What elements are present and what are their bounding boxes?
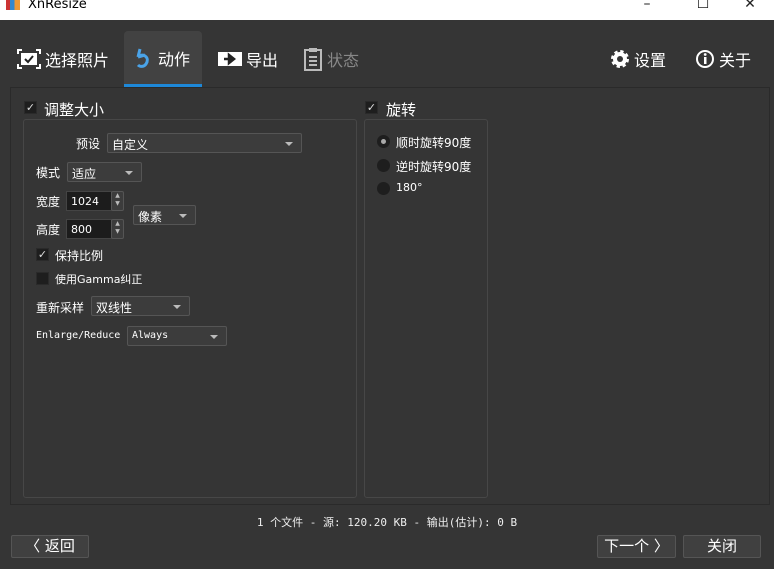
resample-label: 重新采样 bbox=[36, 301, 85, 315]
rotate-group bbox=[364, 119, 488, 498]
width-label: 宽度 bbox=[36, 195, 61, 209]
rotate-cw-label: 顺时旋转90度 bbox=[396, 136, 472, 150]
gear-icon bbox=[610, 49, 630, 69]
gamma-label: 使用Gamma纠正 bbox=[55, 273, 143, 286]
tab-label: 选择照片 bbox=[45, 51, 110, 70]
about-label: 关于 bbox=[719, 51, 752, 70]
height-spinner[interactable]: ▲ ▼ bbox=[111, 219, 124, 239]
rotate-180-label: 180° bbox=[396, 181, 423, 194]
rotate-checkbox[interactable]: ✓ bbox=[365, 101, 378, 114]
mode-select[interactable]: 适应 bbox=[67, 162, 142, 182]
next-button[interactable]: 下一个 〉 bbox=[597, 535, 676, 558]
tab-export[interactable]: 导出 bbox=[218, 31, 278, 87]
keep-ratio-checkbox[interactable]: ✓ bbox=[36, 248, 49, 261]
width-spinner[interactable]: ▲ ▼ bbox=[111, 191, 124, 211]
maximize-button[interactable]: ☐ bbox=[688, 0, 718, 12]
close-button[interactable]: 关闭 bbox=[683, 535, 761, 558]
minimize-button[interactable]: – bbox=[632, 0, 662, 12]
settings-button[interactable]: 设置 bbox=[610, 31, 666, 87]
rotate-arrow-icon bbox=[134, 46, 154, 70]
status-text: 1 个文件 - 源: 120.20 KB - 输出(估计): 0 B bbox=[256, 516, 518, 529]
back-button[interactable]: 〈 返回 bbox=[11, 535, 89, 558]
resize-checkbox[interactable]: ✓ bbox=[24, 101, 37, 114]
tab-label: 导出 bbox=[246, 51, 279, 70]
rotate-group-title: 旋转 bbox=[386, 101, 417, 119]
height-input[interactable]: 800 bbox=[66, 219, 112, 239]
settings-label: 设置 bbox=[634, 51, 667, 70]
select-photo-icon bbox=[17, 49, 41, 69]
clipboard-icon bbox=[303, 47, 323, 71]
preset-select[interactable]: 自定义 bbox=[107, 133, 302, 153]
width-input[interactable]: 1024 bbox=[66, 191, 112, 211]
export-icon bbox=[218, 51, 242, 67]
window-title: XnResize bbox=[28, 0, 87, 12]
info-icon bbox=[695, 49, 715, 69]
about-button[interactable]: 关于 bbox=[695, 31, 751, 87]
rotate-ccw-label: 逆时旋转90度 bbox=[396, 160, 472, 174]
rotate-ccw-radio[interactable] bbox=[377, 159, 390, 172]
tab-label: 动作 bbox=[158, 49, 191, 69]
height-label: 高度 bbox=[36, 223, 61, 237]
unit-select[interactable]: 像素 bbox=[133, 205, 196, 225]
tab-status[interactable]: 状态 bbox=[303, 31, 359, 87]
close-window-button[interactable]: ✕ bbox=[735, 0, 765, 12]
rotate-180-radio[interactable] bbox=[377, 182, 390, 195]
resample-select[interactable]: 双线性 bbox=[91, 296, 190, 316]
mode-label: 模式 bbox=[36, 166, 61, 180]
resize-group-title: 调整大小 bbox=[44, 101, 105, 119]
rotate-cw-radio[interactable] bbox=[377, 135, 390, 148]
title-bar: XnResize – ☐ ✕ bbox=[0, 0, 774, 20]
tab-actions[interactable]: 动作 bbox=[124, 31, 202, 87]
tab-label: 状态 bbox=[327, 51, 360, 70]
preset-label: 预设 bbox=[76, 137, 101, 151]
keep-ratio-label: 保持比例 bbox=[55, 249, 104, 263]
gamma-checkbox[interactable] bbox=[36, 272, 49, 285]
enlarge-reduce-label: Enlarge/Reduce bbox=[36, 330, 121, 341]
app-icon bbox=[6, 0, 20, 10]
tab-select-photos[interactable]: 选择照片 bbox=[17, 31, 109, 87]
enlarge-reduce-select[interactable]: Always bbox=[127, 326, 227, 346]
